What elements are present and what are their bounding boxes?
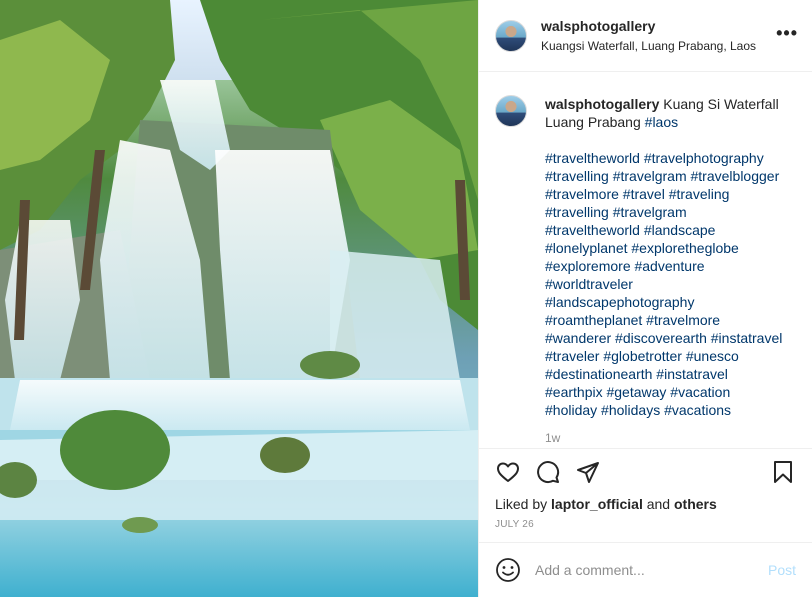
author-avatar[interactable] xyxy=(495,19,527,52)
hashtag-link[interactable]: #laos xyxy=(645,114,678,130)
hashtag-line[interactable]: #travelling #travelgram #travelblogger xyxy=(545,167,796,185)
emoji-icon[interactable] xyxy=(495,557,521,583)
post-details-panel: walsphotogallery Kuangsi Waterfall, Luan… xyxy=(478,0,812,597)
comment-bar: Post xyxy=(479,542,812,597)
post-location[interactable]: Kuangsi Waterfall, Luang Prabang, Laos xyxy=(541,38,756,54)
author-username[interactable]: walsphotogallery xyxy=(541,17,756,35)
caption-username[interactable]: walsphotogallery xyxy=(545,96,659,112)
hashtag-list: #traveltheworld #travelphotography #trav… xyxy=(545,149,796,419)
action-icons xyxy=(495,449,796,495)
post-date[interactable]: JULY 26 xyxy=(495,519,796,531)
hashtag-line[interactable]: #exploremore #adventure xyxy=(545,257,796,275)
hashtag-line[interactable]: #wanderer #discoverearth #instatravel xyxy=(545,329,796,347)
likes-joiner: and xyxy=(646,496,671,512)
hashtag-line[interactable]: #roamtheplanet #travelmore xyxy=(545,311,796,329)
liked-by-user[interactable]: laptor_official xyxy=(551,496,643,512)
hashtag-line[interactable]: #traveler #globetrotter #unesco xyxy=(545,347,796,365)
post-header: walsphotogallery Kuangsi Waterfall, Luan… xyxy=(479,0,812,72)
hashtag-line[interactable]: #lonelyplanet #exploretheglobe xyxy=(545,239,796,257)
bookmark-icon[interactable] xyxy=(770,459,796,485)
post-photo-waterfall[interactable] xyxy=(0,0,478,597)
likes-summary: Liked by laptor_official and others xyxy=(495,495,796,513)
heart-icon[interactable] xyxy=(495,459,521,485)
caption-section: walsphotogallery Kuang Si Waterfall Luan… xyxy=(479,72,812,448)
hashtag-line[interactable]: #holiday #holidays #vacations xyxy=(545,401,796,419)
hashtag-line[interactable]: #traveltheworld #travelphotography xyxy=(545,149,796,167)
more-options-icon[interactable]: ••• xyxy=(776,24,798,42)
hashtag-line[interactable]: #traveltheworld #landscape xyxy=(545,221,796,239)
comment-input[interactable] xyxy=(535,562,755,578)
author-meta: walsphotogallery Kuangsi Waterfall, Luan… xyxy=(541,17,756,54)
caption-time-ago[interactable]: 1w xyxy=(545,431,796,445)
waterfall-illustration xyxy=(0,0,478,597)
post-caption: walsphotogallery Kuang Si Waterfall Luan… xyxy=(545,95,796,419)
liked-by-others[interactable]: others xyxy=(674,496,717,512)
instagram-post: walsphotogallery Kuangsi Waterfall, Luan… xyxy=(0,0,812,597)
hashtag-line[interactable]: #landscapephotography xyxy=(545,293,796,311)
hashtag-line[interactable]: #earthpix #getaway #vacation xyxy=(545,383,796,401)
hashtag-line[interactable]: #worldtraveler xyxy=(545,275,796,293)
caption-author-avatar[interactable] xyxy=(495,95,527,127)
post-comment-button[interactable]: Post xyxy=(768,562,796,578)
post-actions: Liked by laptor_official and others JULY… xyxy=(479,448,812,542)
likes-prefix: Liked by xyxy=(495,496,548,512)
hashtag-line[interactable]: #destinationearth #instatravel xyxy=(545,365,796,383)
hashtag-line[interactable]: #travelling #travelgram xyxy=(545,203,796,221)
comment-icon[interactable] xyxy=(535,459,561,485)
hashtag-line[interactable]: #travelmore #travel #traveling xyxy=(545,185,796,203)
share-icon[interactable] xyxy=(575,459,601,485)
